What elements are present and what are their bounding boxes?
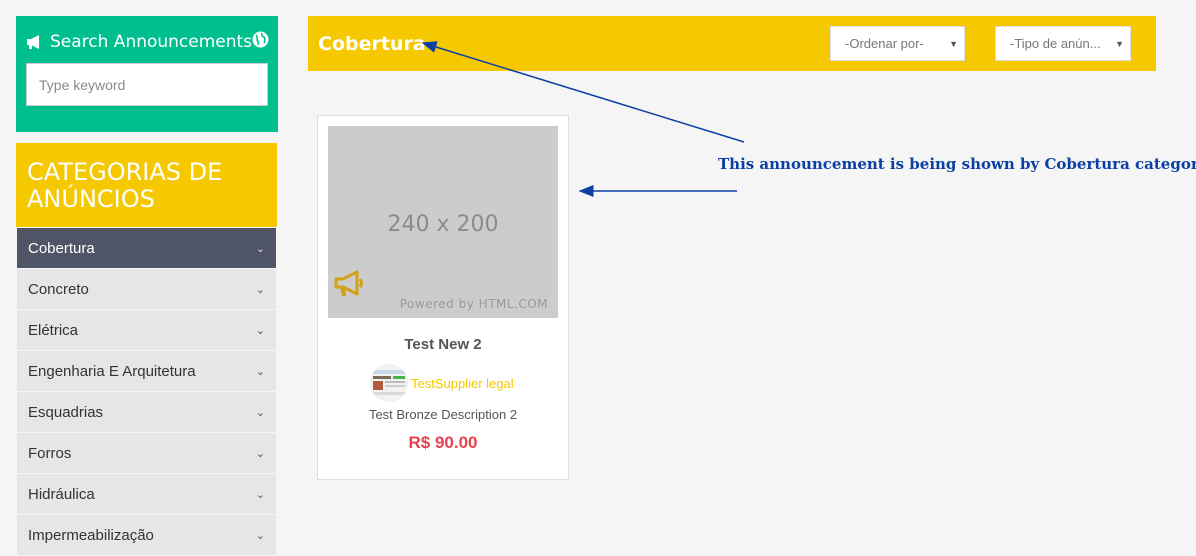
annotation-text: This announcement is being shown by Cobe… [718,155,1196,173]
annotation-arrows [421,41,745,197]
arrow-to-title [421,41,745,143]
